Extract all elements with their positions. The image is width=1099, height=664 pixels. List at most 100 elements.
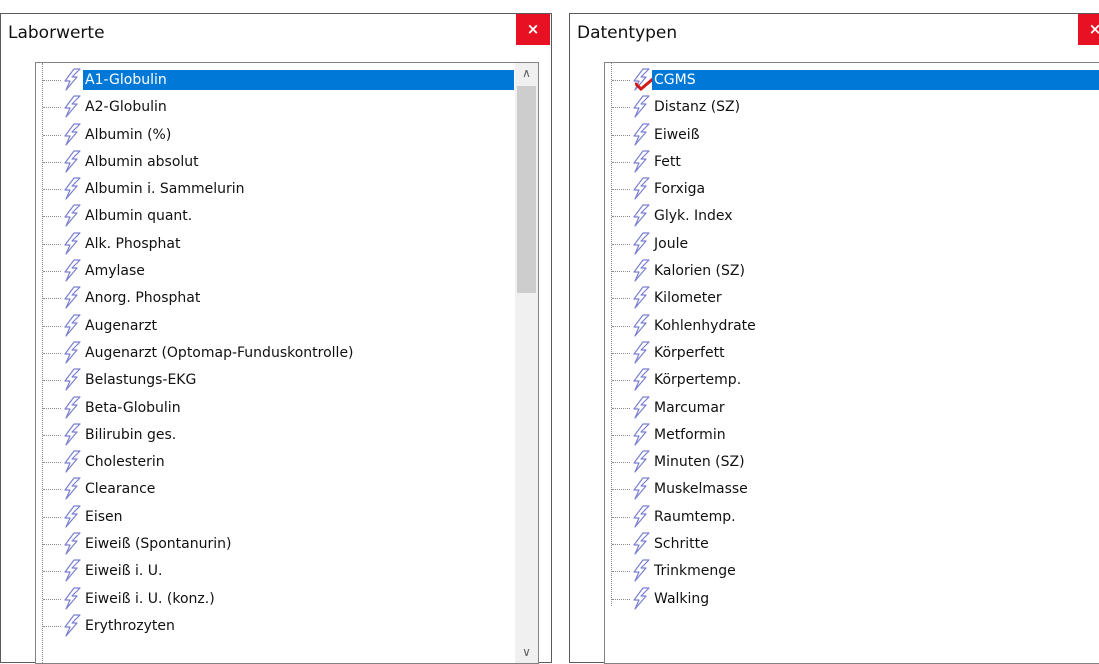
tree-item[interactable]: Muskelmasse [605,476,1099,503]
window-title: Datentypen [577,23,678,43]
tree-branch-line [43,107,61,109]
tree-item-label: Erythrozyten [85,617,175,634]
close-icon: × [526,20,540,38]
tree-branch-line [612,298,630,300]
tree-item-label: Marcumar [654,399,725,416]
tree-item[interactable]: Distanz (SZ) [605,94,1099,121]
tree-item-label: Kilometer [654,290,722,307]
tree-branch-line [43,271,61,273]
lightning-icon [633,423,650,446]
tree-item[interactable]: Minuten (SZ) [605,449,1099,476]
tree-item-label: Albumin absolut [85,153,199,170]
title-bar[interactable]: Laborwerte × [1,14,551,54]
tree-branch-line [612,434,630,436]
vertical-scrollbar[interactable]: ∧ ∨ [515,63,538,663]
tree-branch-line [43,544,61,546]
tree-item-label: Bilirubin ges. [85,426,177,443]
tree-item[interactable]: Fett [605,149,1099,176]
tree-item-label: Albumin (%) [85,126,172,143]
lightning-icon [633,341,650,364]
tree-item[interactable]: Albumin absolut [36,149,514,176]
tree-item[interactable]: Alk. Phosphat [36,231,514,258]
tree-item-label: Distanz (SZ) [654,99,741,116]
tree-item-label: Augenarzt [85,317,157,334]
tree-item[interactable]: Albumin (%) [36,122,514,149]
lightning-icon [633,259,650,282]
tree-branch-line [612,243,630,245]
lightning-icon [633,314,650,337]
tree-item[interactable]: Augenarzt [36,313,514,340]
tree-item-label: Albumin quant. [85,208,193,225]
tree-item[interactable]: Eiweiß i. U. (konz.) [36,586,514,613]
laborwerte-tree: A1-Globulin A2-Globulin Albumin (%) Albumin… [36,67,514,640]
tree-item[interactable]: Eiweiß i. U. [36,558,514,585]
tree-item-label: Alk. Phosphat [85,235,181,252]
tree-item[interactable]: Joule [605,231,1099,258]
tree-item-label: Amylase [85,263,145,280]
tree-branch-line [43,625,61,627]
tree-item[interactable]: Beta-Globulin [36,395,514,422]
tree-item[interactable]: A1-Globulin [36,67,514,94]
tree-item[interactable]: Eisen [36,504,514,531]
lightning-icon [64,368,81,391]
tree-item[interactable]: Raumtemp. [605,504,1099,531]
tree-item[interactable]: Kalorien (SZ) [605,258,1099,285]
lightning-icon [633,150,650,173]
tree-item[interactable]: A2-Globulin [36,94,514,121]
datentypen-tree-panel: CGMS Distanz (SZ) Eiweiß Fett Forxiga Glyk. I… [604,62,1099,664]
chevron-up-icon[interactable]: ∧ [515,63,538,84]
lightning-icon [64,259,81,282]
lightning-icon [633,532,650,555]
tree-item[interactable]: Kilometer [605,285,1099,312]
tree-item[interactable]: Clearance [36,476,514,503]
close-button[interactable]: × [516,14,550,45]
lightning-icon [633,177,650,200]
tree-item-label: Körperfett [654,344,725,361]
tree-item[interactable]: CGMS [605,67,1099,94]
tree-item[interactable]: Kohlenhydrate [605,313,1099,340]
tree-item-label: Anorg. Phosphat [85,290,201,307]
laborwerte-tree-panel: A1-Globulin A2-Globulin Albumin (%) Albumin… [35,62,539,664]
lightning-icon [64,450,81,473]
lightning-icon [64,150,81,173]
tree-item-label: Augenarzt (Optomap-Funduskontrolle) [85,344,354,361]
tree-item[interactable]: Marcumar [605,395,1099,422]
lightning-icon [633,450,650,473]
tree-item[interactable]: Albumin i. Sammelurin [36,176,514,203]
tree-item[interactable]: Erythrozyten [36,613,514,640]
datentypen-window: Datentypen × CGMS Distanz (SZ) Eiweiß Fett F… [569,13,1099,664]
tree-item-label: Clearance [85,481,156,498]
tree-branch-line [43,462,61,464]
tree-item[interactable]: Anorg. Phosphat [36,285,514,312]
tree-item[interactable]: Albumin quant. [36,203,514,230]
tree-item[interactable]: Schritte [605,531,1099,558]
title-bar[interactable]: Datentypen × [570,14,1099,54]
tree-branch-line [612,571,630,573]
scroll-thumb[interactable] [517,86,536,293]
tree-item-label: Eisen [85,508,123,525]
tree-item[interactable]: Körpertemp. [605,367,1099,394]
tree-item[interactable]: Eiweiß (Spontanurin) [36,531,514,558]
tree-item[interactable]: Augenarzt (Optomap-Funduskontrolle) [36,340,514,367]
tree-item[interactable]: Amylase [36,258,514,285]
tree-item[interactable]: Bilirubin ges. [36,422,514,449]
tree-item[interactable]: Metformin [605,422,1099,449]
tree-item[interactable]: Glyk. Index [605,203,1099,230]
tree-branch-line [43,489,61,491]
tree-branch-line [43,380,61,382]
tree-branch-line [43,161,61,163]
close-button[interactable]: × [1078,14,1099,45]
tree-item[interactable]: Körperfett [605,340,1099,367]
tree-branch-line [43,598,61,600]
tree-branch-line [612,189,630,191]
tree-item-label: Muskelmasse [654,481,748,498]
tree-branch-line [43,516,61,518]
tree-item[interactable]: Cholesterin [36,449,514,476]
tree-item[interactable]: Forxiga [605,176,1099,203]
tree-item[interactable]: Trinkmenge [605,558,1099,585]
tree-item[interactable]: Belastungs-EKG [36,367,514,394]
tree-item-label: A1-Globulin [83,70,514,90]
tree-item[interactable]: Walking [605,586,1099,613]
tree-item[interactable]: Eiweiß [605,122,1099,149]
tree-branch-line [43,298,61,300]
